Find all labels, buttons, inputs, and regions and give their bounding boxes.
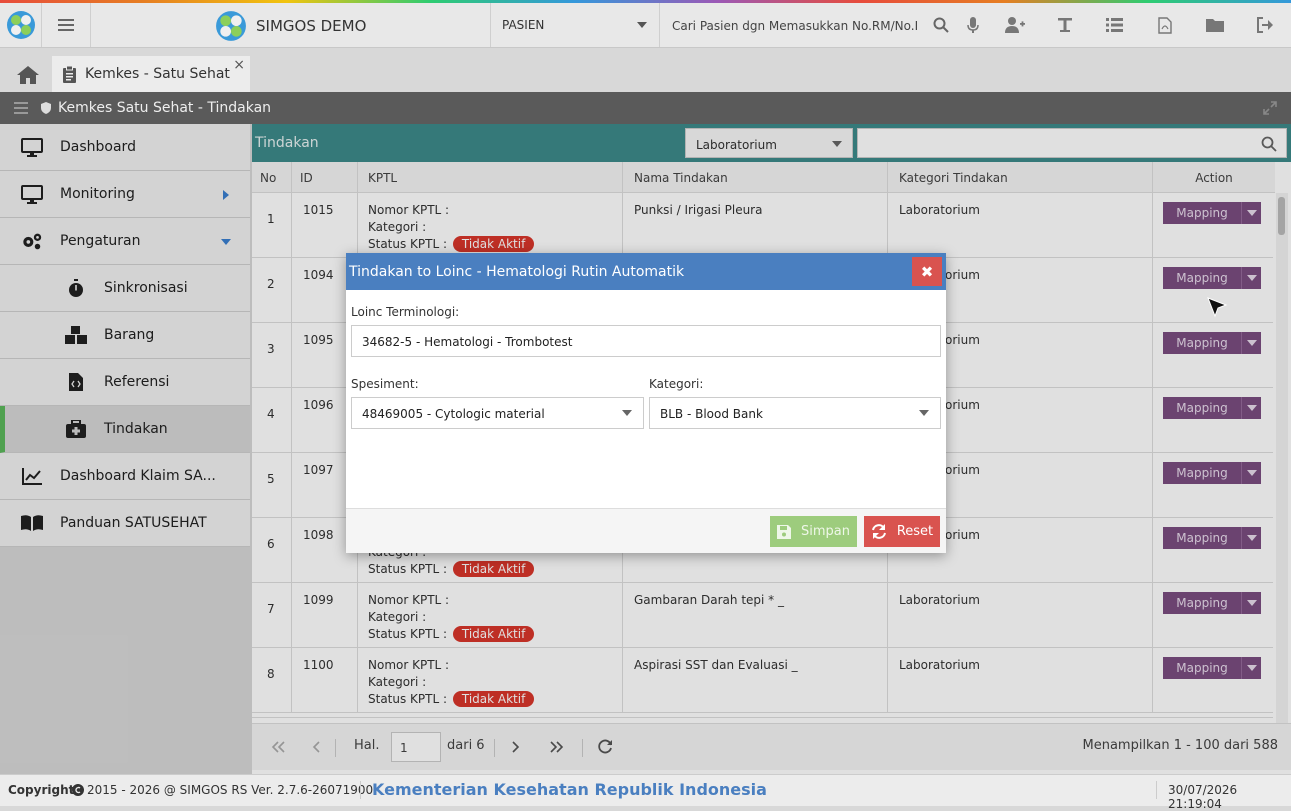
pasien-select-value: PASIEN	[502, 18, 545, 32]
footer-separator	[1156, 781, 1157, 799]
hamburger-icon	[58, 19, 74, 31]
app-brand: SIMGOS DEMO	[214, 10, 366, 42]
simpan-label: Simpan	[801, 524, 850, 539]
dialog-footer: Simpan Reset	[346, 508, 946, 553]
menu-toggle-button[interactable]	[42, 3, 91, 47]
loinc-terminologi-field[interactable]: 34682-5 - Hematologi - Trombotest	[351, 325, 941, 357]
top-bar: SIMGOS DEMO PASIEN Cari Pasien dgn Memas…	[0, 3, 1291, 48]
dialog-header: Tindakan to Loinc - Hematologi Rutin Aut…	[346, 253, 946, 290]
sign-out-icon[interactable]	[1255, 15, 1275, 35]
logo-cell[interactable]	[0, 3, 42, 47]
close-dialog-button[interactable]: ✖	[912, 257, 942, 286]
reset-label: Reset	[896, 524, 934, 539]
home-icon	[17, 66, 39, 84]
expand-icon[interactable]	[1263, 101, 1277, 115]
reset-button[interactable]: Reset	[864, 516, 940, 547]
clipboard-icon	[63, 65, 76, 83]
kategori-value: BLB - Blood Bank	[660, 407, 763, 421]
refresh-icon	[871, 524, 886, 539]
close-tab-icon[interactable]: ×	[233, 57, 245, 73]
simpan-button[interactable]: Simpan	[770, 516, 857, 547]
spesimen-label: Spesiment:	[351, 377, 419, 391]
breadcrumb: Kemkes Satu Sehat - Tindakan	[0, 92, 1291, 124]
caret-down-icon	[919, 410, 929, 416]
loinc-label: Loinc Terminologi:	[351, 305, 460, 319]
pasien-select[interactable]: PASIEN	[490, 3, 660, 47]
tab-kemkes-satu-sehat[interactable]: Kemkes - Satu Sehat ×	[52, 56, 250, 92]
app-title: SIMGOS DEMO	[256, 17, 367, 35]
save-icon	[777, 524, 791, 539]
kategori-select[interactable]: BLB - Blood Bank	[649, 397, 941, 429]
app-logo-icon	[6, 11, 35, 39]
breadcrumb-title: Kemkes Satu Sehat - Tindakan	[58, 100, 272, 116]
kategori-label: Kategori:	[649, 377, 704, 391]
add-user-icon[interactable]	[1005, 15, 1025, 35]
footer-datetime: 30/07/2026 21:19:04	[1168, 783, 1238, 811]
microphone-icon[interactable]	[963, 15, 983, 35]
pdf-file-icon[interactable]	[1155, 15, 1175, 35]
spesimen-value: 48469005 - Cytologic material	[362, 407, 545, 421]
brand-logo-icon	[216, 11, 246, 41]
copyright-icon	[72, 784, 84, 796]
copyright-label: Copyright	[8, 783, 75, 797]
footer-separator	[360, 781, 361, 799]
tab-row: Kemkes - Satu Sehat ×	[0, 48, 1291, 92]
text-format-icon[interactable]	[1055, 15, 1075, 35]
folder-icon[interactable]	[1205, 15, 1225, 35]
loinc-mapping-dialog: Tindakan to Loinc - Hematologi Rutin Aut…	[346, 253, 946, 553]
spesimen-select[interactable]: 48469005 - Cytologic material	[351, 397, 644, 429]
bars-icon[interactable]	[14, 102, 28, 114]
home-tab[interactable]	[8, 58, 48, 92]
footer: Copyright 2015 - 2026 @ SIMGOS RS Ver. 2…	[0, 774, 1291, 811]
dialog-title: Tindakan to Loinc - Hematologi Rutin Aut…	[349, 264, 685, 280]
copyright-text: 2015 - 2026 @ SIMGOS RS Ver. 2.7.6-26071…	[87, 783, 374, 797]
mouse-cursor-icon	[1207, 297, 1228, 318]
patient-search-input[interactable]: Cari Pasien dgn Memasukkan No.RM/No.KTP	[672, 19, 917, 33]
loinc-value: 34682-5 - Hematologi - Trombotest	[362, 335, 573, 349]
caret-down-icon	[622, 410, 632, 416]
tab-label: Kemkes - Satu Sehat	[85, 66, 230, 82]
search-icon[interactable]	[931, 15, 951, 35]
list-icon[interactable]	[1104, 15, 1124, 35]
caret-down-icon	[637, 22, 647, 28]
ministry-name: Kementerian Kesehatan Republik Indonesia	[372, 780, 767, 799]
shield-icon	[41, 102, 51, 114]
